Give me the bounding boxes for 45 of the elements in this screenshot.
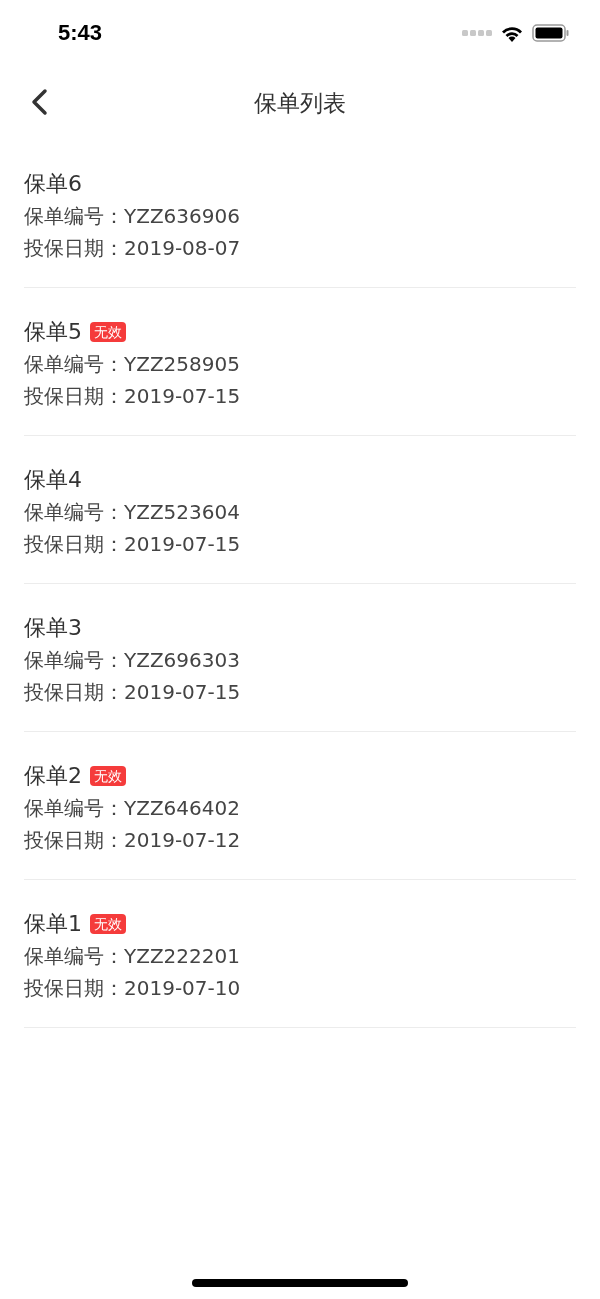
policy-number: YZZ696303: [124, 648, 240, 672]
policy-name: 保单1: [24, 910, 82, 938]
policy-item[interactable]: 保单1 无效 保单编号：YZZ222201 投保日期：2019-07-10: [24, 880, 576, 1028]
policy-number-label: 保单编号：: [24, 944, 124, 968]
policy-date-label: 投保日期：: [24, 236, 124, 260]
invalid-tag: 无效: [90, 322, 126, 342]
policy-name: 保单2: [24, 762, 82, 790]
wifi-icon: [500, 24, 524, 42]
page-title: 保单列表: [254, 88, 346, 118]
policy-date-label: 投保日期：: [24, 384, 124, 408]
policy-number-label: 保单编号：: [24, 796, 124, 820]
invalid-tag: 无效: [90, 914, 126, 934]
signal-icon: [462, 30, 492, 36]
policy-number: YZZ646402: [124, 796, 240, 820]
policy-date: 2019-07-10: [124, 976, 241, 1000]
status-time: 5:43: [58, 20, 103, 46]
policy-date: 2019-07-12: [124, 828, 241, 852]
policy-date-label: 投保日期：: [24, 976, 124, 1000]
policy-item[interactable]: 保单4 保单编号：YZZ523604 投保日期：2019-07-15: [24, 436, 576, 584]
policy-number-label: 保单编号：: [24, 352, 124, 376]
battery-icon: [532, 24, 570, 42]
policy-date: 2019-07-15: [124, 384, 241, 408]
policy-name: 保单4: [24, 466, 82, 494]
policy-date: 2019-07-15: [124, 680, 241, 704]
policy-date-label: 投保日期：: [24, 680, 124, 704]
policy-number: YZZ222201: [124, 944, 240, 968]
policy-date: 2019-07-15: [124, 532, 241, 556]
policy-name: 保单6: [24, 170, 82, 198]
policy-name: 保单3: [24, 614, 82, 642]
policy-date-label: 投保日期：: [24, 828, 124, 852]
policy-item[interactable]: 保单3 保单编号：YZZ696303 投保日期：2019-07-15: [24, 584, 576, 732]
invalid-tag: 无效: [90, 766, 126, 786]
policy-number-label: 保单编号：: [24, 500, 124, 524]
policy-number: YZZ523604: [124, 500, 240, 524]
back-button[interactable]: [30, 87, 50, 117]
policy-item[interactable]: 保单6 保单编号：YZZ636906 投保日期：2019-08-07: [24, 140, 576, 288]
policy-item[interactable]: 保单5 无效 保单编号：YZZ258905 投保日期：2019-07-15: [24, 288, 576, 436]
policy-date-label: 投保日期：: [24, 532, 124, 556]
policy-number: YZZ636906: [124, 204, 240, 228]
policy-number: YZZ258905: [124, 352, 240, 376]
policy-date: 2019-08-07: [124, 236, 241, 260]
policy-number-label: 保单编号：: [24, 648, 124, 672]
policy-number-label: 保单编号：: [24, 204, 124, 228]
policy-item[interactable]: 保单2 无效 保单编号：YZZ646402 投保日期：2019-07-12: [24, 732, 576, 880]
policy-name: 保单5: [24, 318, 82, 346]
